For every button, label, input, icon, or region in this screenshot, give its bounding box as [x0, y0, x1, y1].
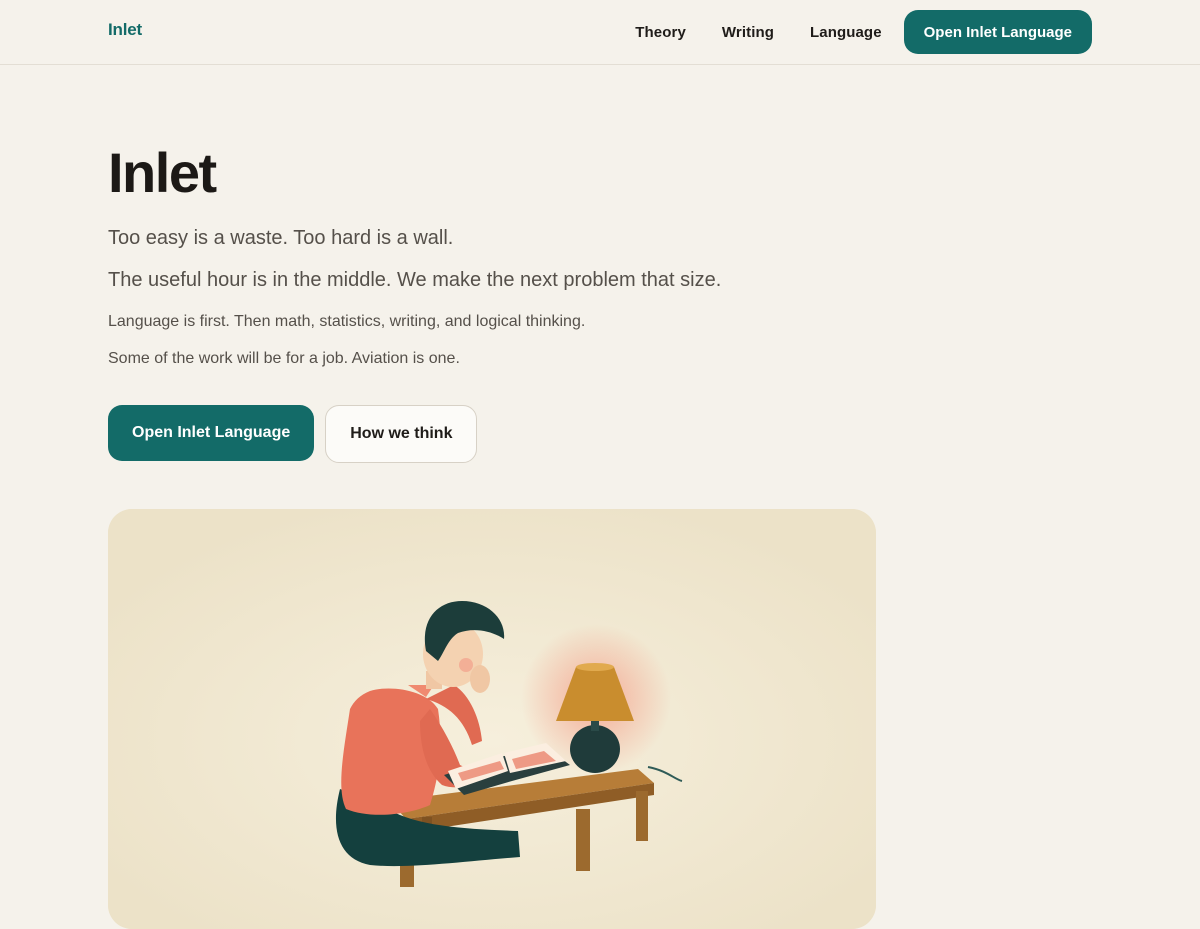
nav-link-writing[interactable]: Writing [722, 24, 774, 41]
nav-link-theory[interactable]: Theory [635, 24, 686, 41]
hero-actions: Open Inlet Language How we think [108, 405, 478, 463]
main-nav: Theory Writing Language Open Inlet Langu… [635, 10, 1092, 54]
person-reading-illustration [108, 509, 876, 929]
how-we-think-button[interactable]: How we think [325, 405, 478, 463]
page-title: Inlet [108, 141, 217, 204]
open-inlet-language-button[interactable]: Open Inlet Language [108, 405, 315, 461]
hero-tagline-2: The useful hour is in the middle. We mak… [108, 269, 722, 291]
nav-link-language[interactable]: Language [810, 24, 882, 41]
top-navigation-bar: Inlet Theory Writing Language Open Inlet… [0, 0, 1200, 65]
hero-illustration [108, 509, 876, 929]
hero-tagline-1: Too easy is a waste. Too hard is a wall. [108, 227, 454, 249]
hero-body-2: Some of the work will be for a job. Avia… [108, 350, 460, 367]
hero-body-1: Language is first. Then math, statistics… [108, 313, 586, 330]
hero-section: Inlet Too easy is a waste. Too hard is a… [108, 140, 908, 463]
open-inlet-language-nav-button[interactable]: Open Inlet Language [903, 10, 1092, 54]
brand-logo-link[interactable]: Inlet [108, 20, 142, 40]
illustration-background [108, 509, 876, 929]
